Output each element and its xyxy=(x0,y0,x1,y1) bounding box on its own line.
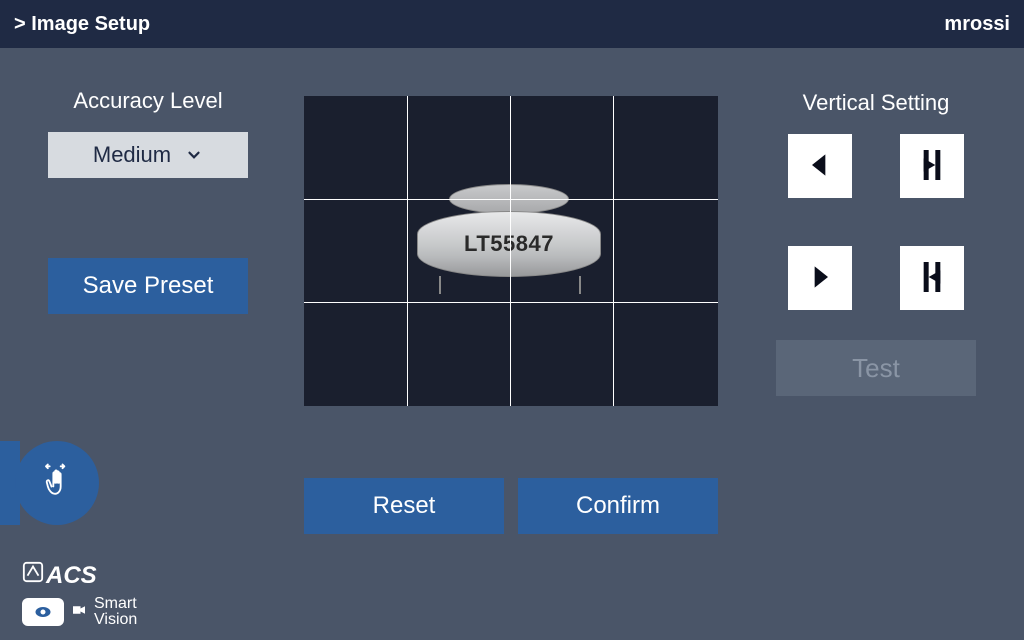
grid-line xyxy=(304,199,718,200)
page-title: > Image Setup xyxy=(14,13,150,36)
accuracy-level-dropdown[interactable]: Medium xyxy=(48,132,248,178)
acs-logo-text: ACS xyxy=(46,562,97,590)
right-panel: Vertical Setting xyxy=(776,90,976,396)
component-image: LT55847 xyxy=(409,176,609,306)
grid-line xyxy=(510,96,511,406)
image-preview[interactable]: LT55847 xyxy=(304,96,718,406)
dropdown-value: Medium xyxy=(93,142,171,168)
grid-line xyxy=(304,302,718,303)
username-display: mrossi xyxy=(944,13,1010,36)
step-right-icon xyxy=(912,257,952,300)
arrow-left-icon xyxy=(804,149,836,184)
bottom-button-row: Reset Confirm xyxy=(304,478,718,534)
vertical-button-grid xyxy=(776,134,976,310)
step-right-button[interactable] xyxy=(900,246,964,310)
camera-icon xyxy=(70,601,88,623)
touch-hand-icon xyxy=(35,459,79,508)
accuracy-level-label: Accuracy Level xyxy=(48,88,248,114)
vertical-setting-label: Vertical Setting xyxy=(776,90,976,116)
smart-vision-logo: Smart Vision xyxy=(22,596,137,628)
confirm-button[interactable]: Confirm xyxy=(518,478,718,534)
arrow-right-icon xyxy=(804,261,836,296)
eye-badge-icon xyxy=(22,598,64,626)
component-label-text: LT55847 xyxy=(464,231,554,257)
reset-button[interactable]: Reset xyxy=(304,478,504,534)
acs-logo-icon xyxy=(22,561,44,590)
content-area: Accuracy Level Medium Save Preset LT5584… xyxy=(0,48,1024,640)
grid-line xyxy=(407,96,408,406)
arrow-right-button[interactable] xyxy=(788,246,852,310)
chevron-down-icon xyxy=(185,146,203,164)
app-header: > Image Setup mrossi xyxy=(0,0,1024,48)
touch-mode-fab[interactable] xyxy=(15,441,99,525)
component-body: LT55847 xyxy=(417,211,601,277)
smart-vision-text: Smart Vision xyxy=(94,596,137,628)
left-panel: Accuracy Level Medium Save Preset xyxy=(48,88,248,314)
step-left-button[interactable] xyxy=(900,134,964,198)
branding-area: ACS Smart Vision xyxy=(22,561,137,628)
arrow-left-button[interactable] xyxy=(788,134,852,198)
step-left-icon xyxy=(912,145,952,188)
save-preset-button[interactable]: Save Preset xyxy=(48,258,248,314)
component-leads xyxy=(429,276,589,296)
acs-logo: ACS xyxy=(22,561,137,590)
test-button[interactable]: Test xyxy=(776,340,976,396)
grid-line xyxy=(613,96,614,406)
